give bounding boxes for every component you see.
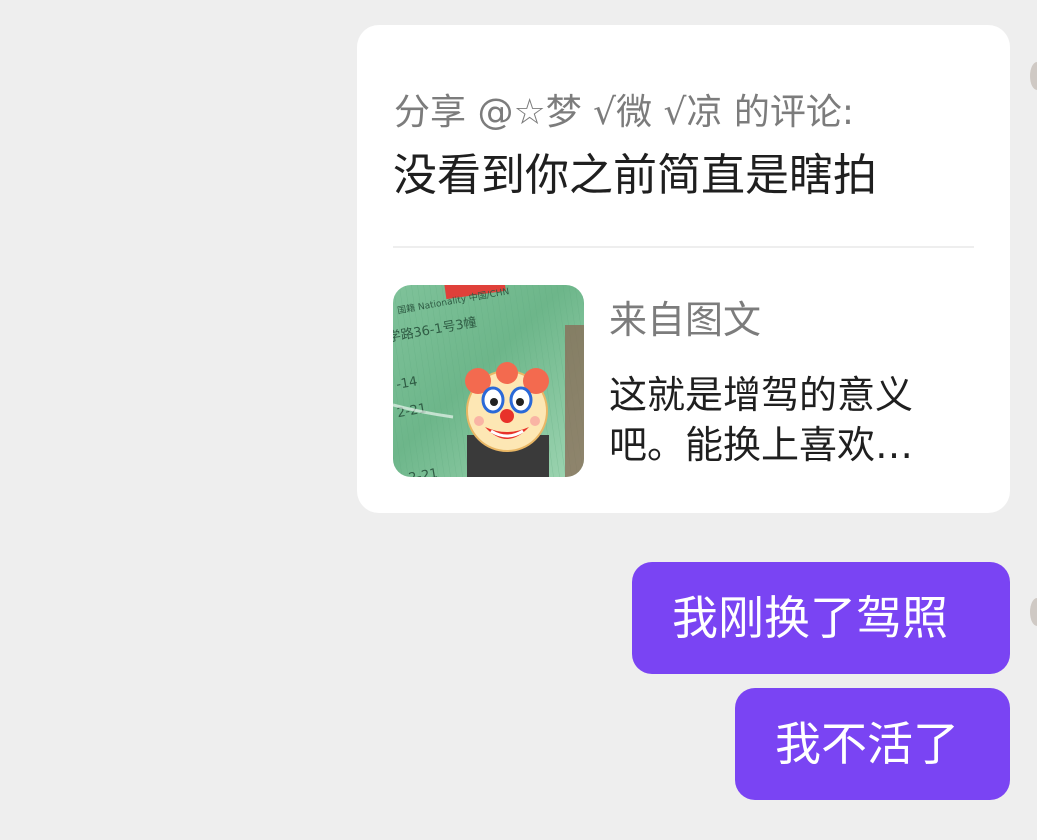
sender-avatar[interactable] [1030,62,1037,90]
shared-comment-text: 没看到你之前简直是瞎拍 [393,150,877,201]
chat-message-bubble[interactable]: 我不活了 [735,688,1010,800]
clown-face-icon [465,362,549,452]
source-label: 来自图文 [609,298,762,342]
card-divider [393,246,974,248]
share-header: 分享 @☆梦 √微 √凉 的评论: [394,92,855,133]
chat-message-bubble[interactable]: 我刚换了驾照 [632,562,1010,674]
source-post-text: 这就是增驾的意义吧。能换上喜欢… [609,373,914,467]
shared-comment-card[interactable]: 分享 @☆梦 √微 √凉 的评论: 没看到你之前简直是瞎拍 国籍 Nationa… [357,25,1010,513]
sender-avatar[interactable] [1030,598,1037,626]
post-thumbnail[interactable]: 国籍 Nationality 中国/CHN 学路36-1号3幢 -14 2-21… [393,285,584,477]
